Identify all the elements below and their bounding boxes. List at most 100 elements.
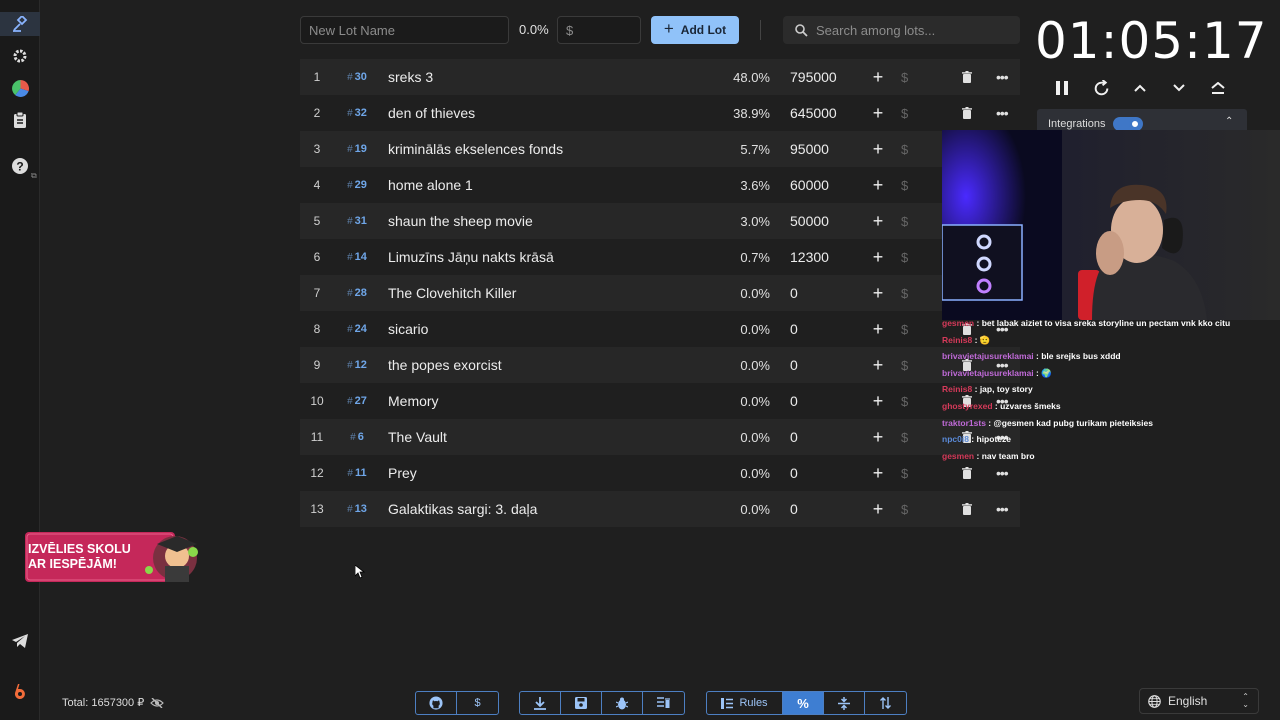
trash-icon[interactable]: [962, 107, 972, 119]
sort-icon[interactable]: [865, 692, 906, 714]
lot-amount[interactable]: 12300: [790, 249, 829, 265]
lot-amount[interactable]: 645000: [790, 105, 837, 121]
lot-row[interactable]: 4 #29 home alone 1 3.6% 60000 + $ •••: [300, 167, 1020, 203]
add-amount-icon[interactable]: +: [871, 319, 885, 340]
dollar-icon[interactable]: $: [901, 142, 908, 157]
more-options-icon[interactable]: •••: [996, 501, 1009, 517]
lot-row[interactable]: 7 #28 The Clovehitch Killer 0.0% 0 + $ •…: [300, 275, 1020, 311]
dollar-icon[interactable]: $: [901, 178, 908, 193]
lot-name[interactable]: Memory: [388, 393, 439, 409]
add-amount-icon[interactable]: +: [871, 463, 885, 484]
add-amount-icon[interactable]: +: [871, 391, 885, 412]
lot-row[interactable]: 9 #12 the popes exorcist 0.0% 0 + $ •••: [300, 347, 1020, 383]
lot-amount[interactable]: 0: [790, 501, 798, 517]
search-input[interactable]: [816, 22, 1006, 38]
add-lot-button[interactable]: + Add Lot: [651, 16, 739, 44]
new-lot-amount-input[interactable]: [557, 16, 641, 44]
lot-row[interactable]: 12 #11 Prey 0.0% 0 + $ •••: [300, 455, 1020, 491]
dollar-icon[interactable]: $: [457, 692, 498, 714]
dollar-icon[interactable]: $: [901, 106, 908, 121]
telegram-icon[interactable]: [8, 629, 32, 653]
lot-name[interactable]: kriminālās ekselences fonds: [388, 141, 563, 157]
lot-id[interactable]: #28: [342, 287, 372, 299]
lot-id[interactable]: #12: [342, 359, 372, 371]
add-amount-icon[interactable]: +: [871, 175, 885, 196]
lot-row[interactable]: 5 #31 shaun the sheep movie 3.0% 50000 +…: [300, 203, 1020, 239]
dollar-icon[interactable]: $: [901, 286, 908, 301]
bug-icon[interactable]: [602, 692, 643, 714]
more-options-icon[interactable]: •••: [996, 465, 1009, 481]
chevron-down-icon[interactable]: [1169, 78, 1189, 98]
lot-row[interactable]: 10 #27 Memory 0.0% 0 + $ •••: [300, 383, 1020, 419]
lot-amount[interactable]: 50000: [790, 213, 829, 229]
dollar-icon[interactable]: $: [901, 430, 908, 445]
add-amount-icon[interactable]: +: [871, 103, 885, 124]
add-amount-icon[interactable]: +: [871, 67, 885, 88]
lot-amount[interactable]: 795000: [790, 69, 837, 85]
gavel-icon[interactable]: [0, 12, 40, 36]
lot-id[interactable]: #14: [342, 251, 372, 263]
lot-name[interactable]: Galaktikas sargi: 3. daļa: [388, 501, 537, 517]
download-icon[interactable]: [520, 692, 561, 714]
chevron-up-icon[interactable]: ⌃: [1225, 116, 1233, 127]
clipboard-icon[interactable]: [8, 108, 32, 132]
integrations-toggle[interactable]: [1113, 117, 1143, 131]
pie-chart-icon[interactable]: [8, 76, 32, 100]
lot-name[interactable]: sicario: [388, 321, 428, 337]
trash-icon[interactable]: [962, 71, 972, 83]
lot-amount[interactable]: 0: [790, 321, 798, 337]
lot-id[interactable]: #31: [342, 215, 372, 227]
lot-name[interactable]: den of thieves: [388, 105, 475, 121]
lot-id[interactable]: #19: [342, 143, 372, 155]
lot-name[interactable]: The Vault: [388, 429, 447, 445]
lot-name[interactable]: The Clovehitch Killer: [388, 285, 516, 301]
lot-row[interactable]: 1 #30 sreks 3 48.0% 795000 + $ •••: [300, 59, 1020, 95]
trash-icon[interactable]: [962, 503, 972, 515]
promo-banner[interactable]: IZVĒLIES SKOLU AR IESPĒJĀM!: [25, 530, 200, 584]
clear-list-icon[interactable]: [643, 692, 684, 714]
pause-icon[interactable]: [1052, 78, 1072, 98]
eye-off-icon[interactable]: [150, 697, 165, 708]
lot-row[interactable]: 2 #32 den of thieves 38.9% 645000 + $ ••…: [300, 95, 1020, 131]
double-chevron-up-icon[interactable]: [1208, 78, 1228, 98]
language-select[interactable]: English ⌃ ⌄: [1139, 688, 1259, 714]
add-amount-icon[interactable]: +: [871, 247, 885, 268]
more-options-icon[interactable]: •••: [996, 69, 1009, 85]
dollar-icon[interactable]: $: [901, 70, 908, 85]
add-amount-icon[interactable]: +: [871, 283, 885, 304]
dollar-icon[interactable]: $: [901, 394, 908, 409]
trash-icon[interactable]: [962, 467, 972, 479]
add-amount-icon[interactable]: +: [871, 139, 885, 160]
lot-row[interactable]: 3 #19 kriminālās ekselences fonds 5.7% 9…: [300, 131, 1020, 167]
dollar-icon[interactable]: $: [901, 322, 908, 337]
lot-id[interactable]: #32: [342, 107, 372, 119]
rules-button[interactable]: Rules: [707, 692, 783, 714]
lot-amount[interactable]: 0: [790, 429, 798, 445]
lot-name[interactable]: Limuzīns Jāņu nakts krāsā: [388, 249, 554, 265]
lot-name[interactable]: home alone 1: [388, 177, 473, 193]
dollar-icon[interactable]: $: [901, 502, 908, 517]
save-icon[interactable]: [561, 692, 602, 714]
lot-id[interactable]: #30: [342, 71, 372, 83]
lot-name[interactable]: sreks 3: [388, 69, 433, 85]
search-box[interactable]: [783, 16, 1020, 44]
lot-row[interactable]: 11 #6 The Vault 0.0% 0 + $ •••: [300, 419, 1020, 455]
help-icon[interactable]: ?: [8, 154, 32, 178]
lot-id[interactable]: #13: [342, 503, 372, 515]
lot-row[interactable]: 8 #24 sicario 0.0% 0 + $ •••: [300, 311, 1020, 347]
add-amount-icon[interactable]: +: [871, 427, 885, 448]
lot-amount[interactable]: 95000: [790, 141, 829, 157]
lot-name[interactable]: the popes exorcist: [388, 357, 502, 373]
lot-amount[interactable]: 0: [790, 285, 798, 301]
dollar-icon[interactable]: $: [901, 214, 908, 229]
github-icon[interactable]: [416, 692, 457, 714]
lot-amount[interactable]: 0: [790, 357, 798, 373]
lot-row[interactable]: 6 #14 Limuzīns Jāņu nakts krāsā 0.7% 123…: [300, 239, 1020, 275]
lot-amount[interactable]: 0: [790, 393, 798, 409]
lot-id[interactable]: #6: [342, 431, 372, 443]
dollar-icon[interactable]: $: [901, 466, 908, 481]
split-icon[interactable]: [824, 692, 865, 714]
add-amount-icon[interactable]: +: [871, 499, 885, 520]
add-amount-icon[interactable]: +: [871, 355, 885, 376]
reset-icon[interactable]: [1091, 78, 1111, 98]
